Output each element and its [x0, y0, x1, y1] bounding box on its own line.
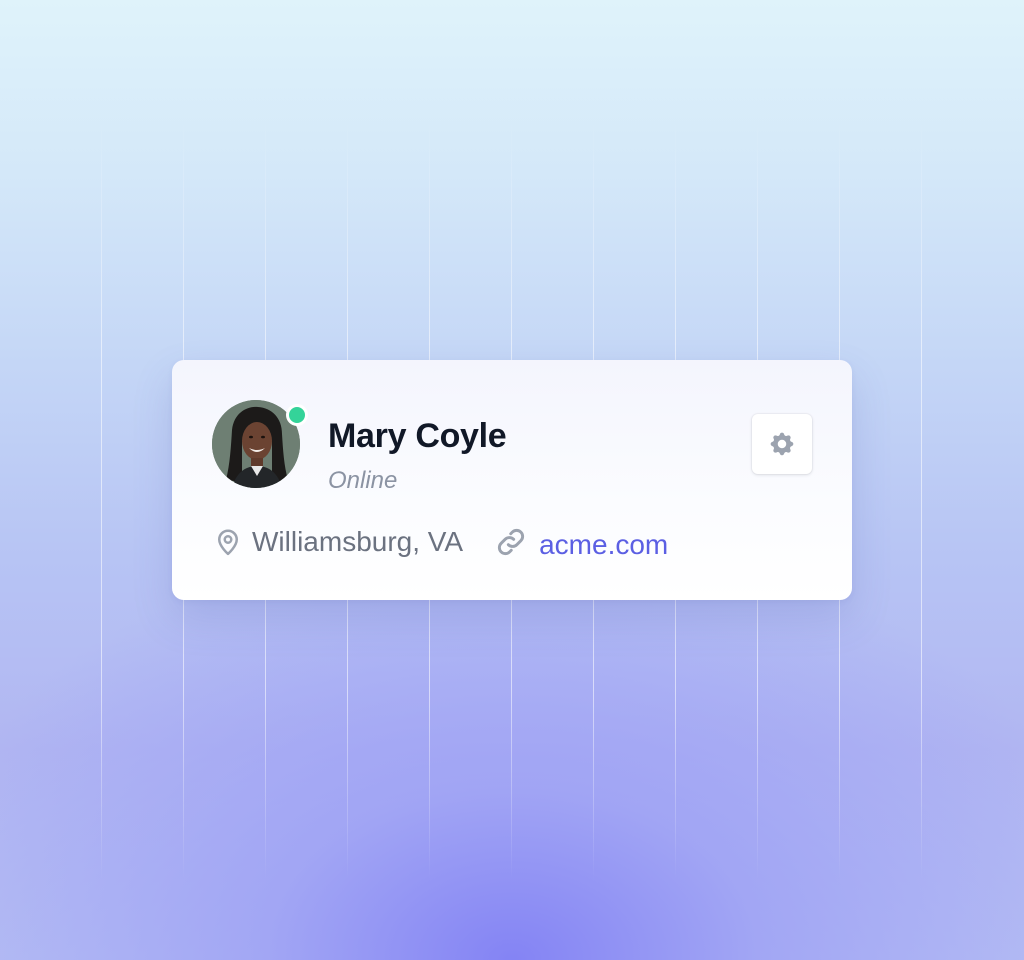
online-status-dot	[286, 404, 308, 426]
website-item: acme.com	[495, 524, 668, 560]
avatar-container	[212, 400, 308, 488]
settings-button[interactable]	[752, 414, 812, 474]
profile-name: Mary Coyle	[328, 417, 507, 455]
link-icon	[495, 526, 527, 558]
website-link[interactable]: acme.com	[539, 527, 668, 563]
profile-card: Mary Coyle Online Williamsburg, VA acme.…	[172, 360, 852, 600]
profile-meta: Williamsburg, VA acme.com	[212, 522, 668, 562]
location-item: Williamsburg, VA	[212, 524, 463, 560]
gear-icon	[765, 427, 799, 461]
profile-status: Online	[328, 467, 398, 494]
map-pin-icon	[212, 526, 244, 558]
location-text: Williamsburg, VA	[252, 526, 464, 557]
